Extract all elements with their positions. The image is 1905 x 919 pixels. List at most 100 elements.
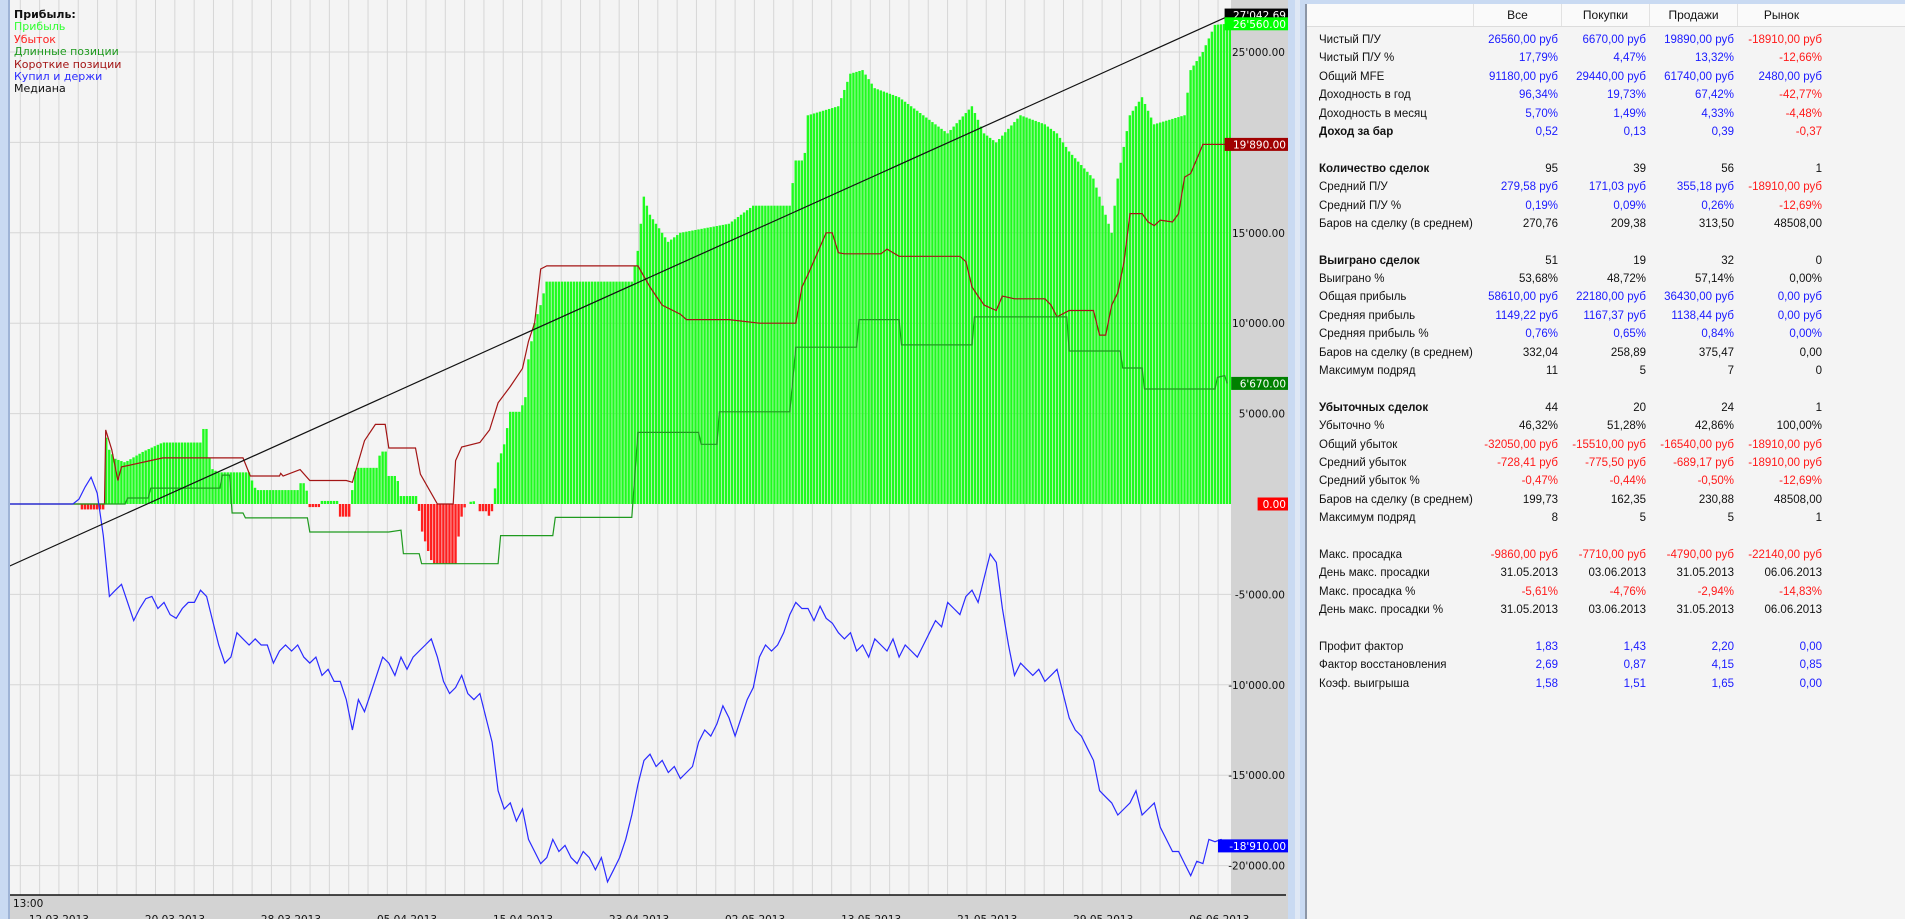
profit-bar xyxy=(694,229,697,504)
cell-value: 1,43 xyxy=(1623,640,1646,653)
cell-value: -15510,00 руб xyxy=(1572,438,1646,451)
table-row: Выиграно сделок 51 19 32 0 xyxy=(1307,252,1905,270)
profit-bar xyxy=(873,88,876,504)
profit-bar xyxy=(691,230,694,505)
profit-bar xyxy=(676,235,679,504)
profit-bar xyxy=(129,459,132,504)
profit-bar xyxy=(785,205,788,504)
profit-bar xyxy=(1070,154,1074,504)
profit-bar xyxy=(618,281,621,504)
column-header[interactable]: Рынок xyxy=(1737,4,1825,26)
profit-bar xyxy=(1146,110,1150,504)
profit-bar xyxy=(545,281,548,504)
profit-bar xyxy=(752,205,755,504)
loss-bar xyxy=(341,504,345,517)
profit-bar xyxy=(1043,124,1046,504)
equity-chart-panel: 25'000.0020'000.0015'000.0010'000.005'00… xyxy=(0,0,1295,919)
table-row: Общий убыток -32050,00 руб -15510,00 руб -1… xyxy=(1307,436,1905,454)
cell-value: 57,14% xyxy=(1694,273,1734,286)
column-header[interactable]: Покупки xyxy=(1561,4,1649,26)
cell-value: 29440,00 руб xyxy=(1576,70,1646,83)
profit-bar xyxy=(721,224,725,504)
cell-value: -12,69% xyxy=(1779,199,1822,212)
profit-bar xyxy=(469,501,472,504)
profit-bar xyxy=(1174,117,1177,504)
table-row: Средняя прибыль % 0,76% 0,65% 0,84% 0,00% xyxy=(1307,325,1905,343)
profit-bar xyxy=(1213,24,1217,504)
row-label: Доходность в год xyxy=(1319,89,1411,102)
profit-bar xyxy=(591,281,594,504)
profit-bar xyxy=(973,113,977,505)
column-header[interactable]: Все xyxy=(1473,4,1561,26)
splitter-handle[interactable] xyxy=(1288,0,1295,919)
profit-bar xyxy=(232,472,235,504)
table-row: День макс. просадки % 31.05.2013 03.06.201… xyxy=(1307,601,1905,619)
profit-bar xyxy=(864,74,867,504)
spacer-row xyxy=(1307,620,1905,638)
cell-value: 1 xyxy=(1815,401,1822,414)
profit-bar xyxy=(624,281,627,504)
profit-bar xyxy=(205,428,208,504)
cell-value: 279,58 руб xyxy=(1500,181,1558,194)
profit-bar xyxy=(1080,165,1083,504)
profit-bar xyxy=(177,442,181,504)
profit-bar xyxy=(524,397,527,504)
profit-bar xyxy=(1104,214,1107,504)
profit-bar xyxy=(569,281,573,504)
cell-value: -4790,00 руб xyxy=(1666,548,1734,561)
column-header[interactable]: Продажи xyxy=(1649,4,1737,26)
profit-bar xyxy=(408,496,412,504)
profit-bar xyxy=(244,472,248,504)
profit-bar xyxy=(1125,131,1129,504)
cell-value: 22180,00 руб xyxy=(1576,291,1646,304)
cell-value: 95 xyxy=(1545,162,1558,175)
profit-bar xyxy=(700,228,703,504)
cell-value: 67,42% xyxy=(1694,89,1734,102)
cell-value: 39 xyxy=(1633,162,1646,175)
cell-value: 20 xyxy=(1633,401,1646,414)
profit-bar xyxy=(199,442,202,504)
row-label: Максимум подряд xyxy=(1319,365,1416,378)
y-tick-label: -15'000.00 xyxy=(1228,770,1285,782)
profit-bar xyxy=(770,205,773,504)
loss-bar xyxy=(417,504,421,511)
profit-bar xyxy=(809,114,813,504)
profit-bar xyxy=(411,496,415,504)
profit-bar xyxy=(782,205,785,504)
profit-bar xyxy=(679,232,682,505)
profit-bar xyxy=(879,90,882,505)
profit-bar xyxy=(666,241,670,504)
profit-bar xyxy=(402,496,406,504)
row-label: Убыточно % xyxy=(1319,420,1385,433)
profit-bar xyxy=(891,94,895,504)
profit-bar xyxy=(943,131,946,504)
profit-bar xyxy=(1101,205,1104,504)
profit-bar xyxy=(934,124,937,504)
profit-bar xyxy=(187,442,190,504)
profit-bar xyxy=(764,205,767,504)
cell-value: 199,73 xyxy=(1522,493,1558,506)
profit-bar xyxy=(843,89,846,504)
y-tick-label: -20'000.00 xyxy=(1228,861,1285,873)
profit-bar xyxy=(885,92,889,505)
profit-bar xyxy=(648,214,652,504)
profit-bar xyxy=(846,81,849,504)
table-row: Средний убыток -728,41 руб -775,50 руб -689… xyxy=(1307,454,1905,472)
cell-value: 91180,00 руб xyxy=(1488,70,1558,83)
y-tick-label: -10'000.00 xyxy=(1228,680,1285,692)
profit-bar xyxy=(269,490,272,504)
y-tick-label: 5'000.00 xyxy=(1239,409,1285,421)
profit-bar xyxy=(530,341,533,504)
row-label: Средний убыток % xyxy=(1319,475,1420,488)
profit-bar xyxy=(1037,122,1040,504)
value-badge-label: -18'910.00 xyxy=(1229,841,1286,853)
row-label: Макс. просадка xyxy=(1319,548,1402,561)
cell-value: 0,00% xyxy=(1789,328,1822,341)
equity-chart[interactable]: 25'000.0020'000.0015'000.0010'000.005'00… xyxy=(0,0,1295,919)
profit-bar xyxy=(682,232,685,505)
cell-value: 4,33% xyxy=(1701,107,1734,120)
profit-bar xyxy=(1046,126,1050,504)
row-label: Чистый П/У % xyxy=(1319,52,1395,65)
profit-bar xyxy=(815,112,819,505)
cell-value: 31.05.2013 xyxy=(1676,567,1734,580)
